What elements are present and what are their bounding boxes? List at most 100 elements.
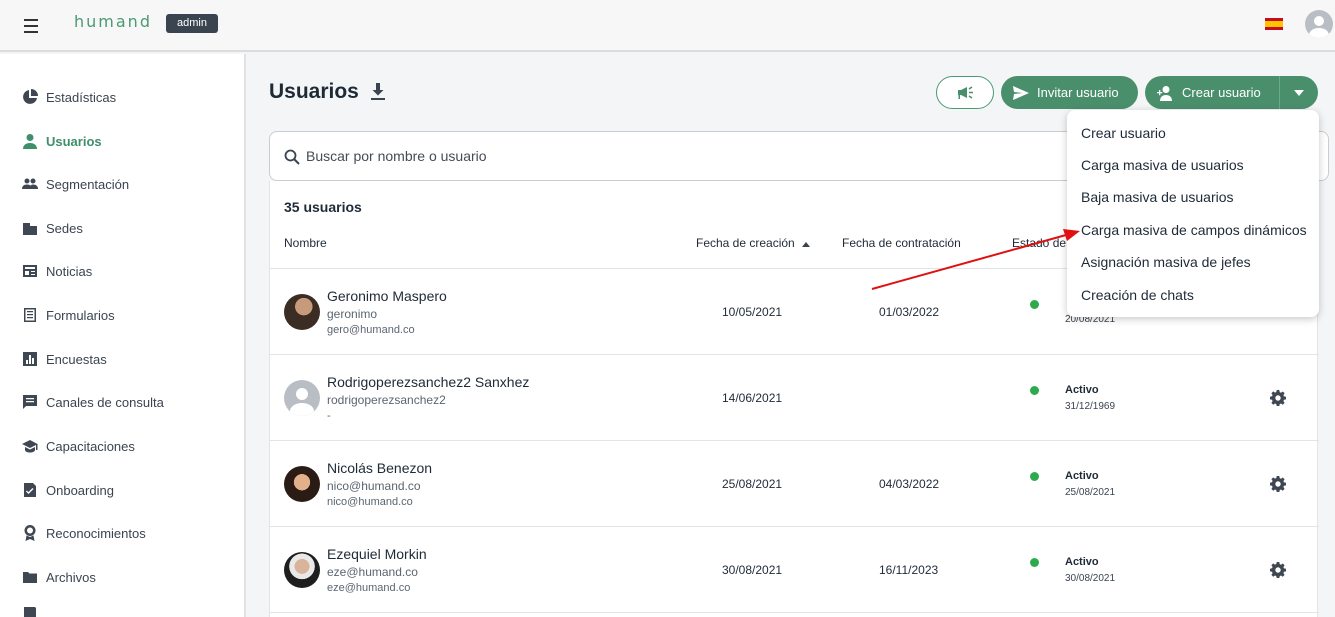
newspaper-icon — [23, 265, 37, 277]
page-title: Usuarios — [269, 80, 359, 103]
user-avatar[interactable] — [1305, 10, 1333, 38]
user-name: Ezequiel Morkin — [327, 546, 427, 562]
app-logo[interactable]: humand — [74, 12, 152, 31]
person-icon — [290, 388, 314, 416]
sidebar-item-usuarios[interactable]: Usuarios — [22, 129, 102, 153]
sidebar-item-canales[interactable]: Canales de consulta — [22, 390, 164, 414]
sidebar-item-encuestas[interactable]: Encuestas — [22, 347, 107, 371]
invite-user-button[interactable]: Invitar usuario — [1001, 76, 1138, 109]
sidebar-item-segmentacion[interactable]: Segmentación — [22, 172, 129, 196]
hire-date: 01/03/2022 — [879, 305, 940, 319]
sidebar-item-estadisticas[interactable]: Estadísticas — [22, 85, 116, 109]
admin-badge: admin — [166, 14, 218, 33]
avatar — [284, 380, 320, 416]
status-date: 30/08/2021 — [1065, 573, 1116, 584]
sidebar-item-formularios[interactable]: Formularios — [22, 303, 115, 327]
status-label: Activo — [1065, 384, 1099, 396]
sidebar-item-sedes[interactable]: Sedes — [22, 216, 83, 240]
send-icon — [1013, 85, 1029, 100]
create-options-dropdown-toggle[interactable] — [1279, 76, 1318, 109]
announcement-button[interactable] — [936, 76, 994, 109]
status-dot — [1030, 300, 1039, 309]
menu-item-asignacion-masiva-jefes[interactable]: Asignación masiva de jefes — [1081, 254, 1251, 270]
hire-date: 04/03/2022 — [879, 477, 940, 491]
sort-ascending-icon — [802, 242, 811, 247]
folder-icon — [23, 572, 37, 583]
top-bar: humand admin — [0, 0, 1335, 52]
column-header-name[interactable]: Nombre — [284, 236, 327, 250]
sidebar-item-capacitaciones[interactable]: Capacitaciones — [22, 434, 135, 458]
menu-icon[interactable] — [22, 15, 40, 35]
document-icon — [24, 607, 36, 617]
user-username: rodrigoperezsanchez2 — [327, 393, 446, 407]
table-row[interactable]: Ezequiel Morkin eze@humand.co eze@humand… — [270, 527, 1319, 613]
menu-item-carga-masiva-campos-dinamicos[interactable]: Carga masiva de campos dinámicos — [1081, 222, 1307, 238]
user-name: Nicolás Benezon — [327, 460, 433, 476]
avatar — [284, 466, 320, 502]
status-dot — [1030, 472, 1039, 481]
user-username: eze@humand.co — [327, 565, 418, 579]
user-username: nico@humand.co — [327, 479, 421, 493]
chat-icon — [23, 395, 37, 409]
add-person-icon — [1157, 85, 1172, 101]
search-input[interactable] — [306, 141, 1006, 171]
sidebar: Estadísticas Usuarios Segmentación Sedes… — [0, 54, 246, 617]
create-user-label: Crear usuario — [1182, 85, 1261, 100]
sidebar-item-label: Segmentación — [46, 176, 130, 192]
sidebar-item-noticias[interactable]: Noticias — [22, 259, 92, 283]
sidebar-item-label: Canales de consulta — [46, 394, 164, 410]
sidebar-item-onboarding[interactable]: Onboarding — [22, 478, 114, 502]
gear-icon[interactable] — [1270, 390, 1286, 406]
form-icon — [24, 308, 36, 322]
column-header-created[interactable]: Fecha de creación — [696, 236, 811, 250]
creation-date: 14/06/2021 — [722, 391, 783, 405]
table-row[interactable]: Nicolás Benezon nico@humand.co nico@huma… — [270, 441, 1319, 527]
sidebar-item-archivos[interactable]: Archivos — [22, 565, 96, 589]
sidebar-item-label: Usuarios — [46, 133, 102, 149]
sidebar-item-label: Capacitaciones — [46, 438, 135, 454]
column-header-created-label: Fecha de creación — [696, 236, 795, 250]
sidebar-item-label: Encuestas — [46, 351, 107, 367]
column-header-hired[interactable]: Fecha de contratación — [842, 236, 961, 250]
building-icon — [23, 223, 37, 235]
sidebar-item-more[interactable] — [22, 607, 46, 617]
hire-date: 16/11/2023 — [879, 563, 939, 577]
user-count: 35 usuarios — [284, 199, 362, 215]
caret-down-icon — [1294, 89, 1304, 96]
pie-chart-icon — [23, 89, 38, 104]
menu-item-carga-masiva-usuarios[interactable]: Carga masiva de usuarios — [1081, 157, 1244, 173]
avatar — [284, 552, 320, 588]
gear-icon[interactable] — [1270, 562, 1286, 578]
user-name: Geronimo Maspero — [327, 288, 447, 304]
sidebar-item-label: Reconocimientos — [46, 525, 146, 541]
menu-item-crear-usuario[interactable]: Crear usuario — [1081, 125, 1166, 141]
menu-item-creacion-chats[interactable]: Creación de chats — [1081, 287, 1194, 303]
create-user-button[interactable]: Crear usuario — [1145, 76, 1279, 109]
create-user-menu: Crear usuario Carga masiva de usuarios B… — [1067, 110, 1319, 317]
user-email: nico@humand.co — [327, 496, 413, 508]
person-icon — [1309, 16, 1329, 38]
creation-date: 10/05/2021 — [722, 305, 783, 319]
creation-date: 30/08/2021 — [722, 563, 783, 577]
column-header-status[interactable]: Estado de — [1012, 236, 1066, 250]
status-date: 25/08/2021 — [1065, 487, 1116, 498]
user-name: Rodrigoperezsanchez2 Sanxhez — [327, 374, 530, 390]
sidebar-item-label: Archivos — [46, 569, 96, 585]
table-row[interactable]: Rodrigoperezsanchez2 Sanxhez rodrigopere… — [270, 355, 1319, 441]
person-icon — [23, 134, 37, 149]
spain-flag-icon[interactable] — [1265, 18, 1283, 30]
group-icon — [22, 178, 38, 189]
status-label: Activo — [1065, 556, 1099, 568]
gear-icon[interactable] — [1270, 476, 1286, 492]
megaphone-icon — [958, 85, 973, 99]
avatar — [284, 294, 320, 330]
menu-item-baja-masiva-usuarios[interactable]: Baja masiva de usuarios — [1081, 189, 1234, 205]
status-date: 31/12/1969 — [1065, 401, 1116, 412]
school-icon — [22, 440, 38, 453]
status-label: Activo — [1065, 470, 1099, 482]
download-icon[interactable] — [370, 83, 386, 101]
status-dot — [1030, 386, 1039, 395]
sidebar-item-reconocimientos[interactable]: Reconocimientos — [22, 521, 146, 545]
user-email: gero@humand.co — [327, 324, 415, 336]
bar-chart-icon — [23, 352, 37, 366]
